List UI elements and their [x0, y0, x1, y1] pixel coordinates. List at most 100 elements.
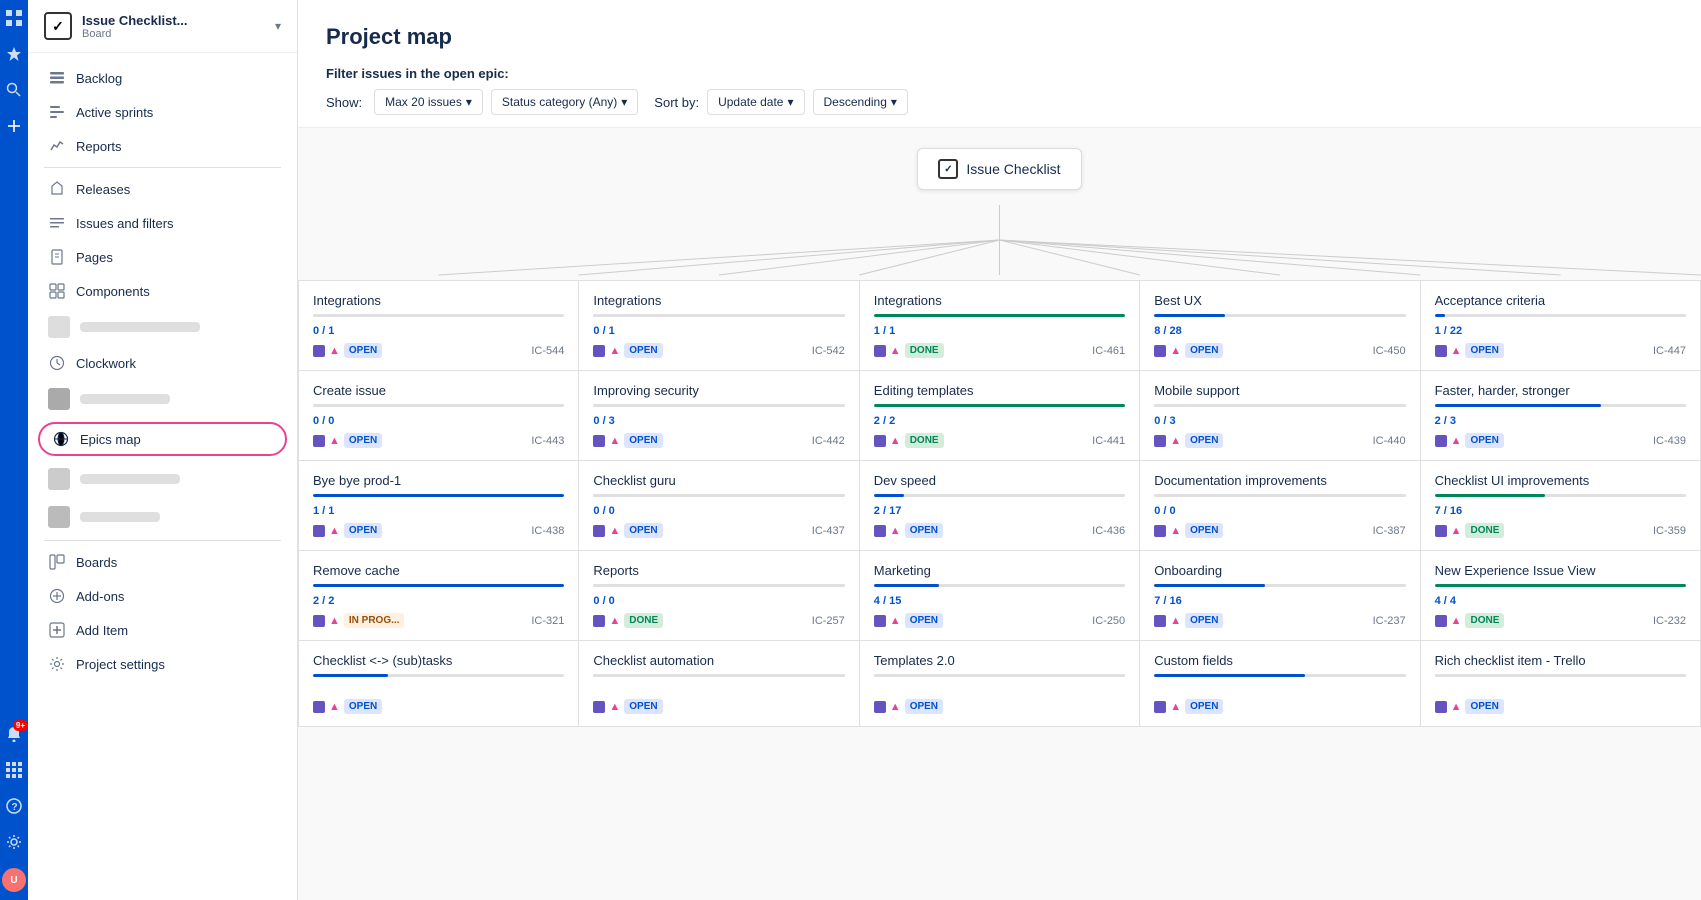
card-progress-fill	[1435, 314, 1445, 317]
up-icon: ▲	[609, 701, 620, 713]
card-footer: ▲ OPEN IC-447	[1435, 343, 1686, 358]
sort-order-select[interactable]: Descending ▾	[813, 89, 908, 115]
epic-card[interactable]: Faster, harder, stronger 2 / 3 ▲ OPEN IC…	[1421, 371, 1701, 461]
epic-card[interactable]: Bye bye prod-1 1 / 1 ▲ OPEN IC-438	[299, 461, 579, 551]
epic-card[interactable]: Reports 0 / 0 ▲ DONE IC-257	[579, 551, 859, 641]
up-icon: ▲	[1451, 701, 1462, 713]
epic-card[interactable]: Checklist automation ▲ OPEN	[579, 641, 859, 727]
epic-card[interactable]: Checklist guru 0 / 0 ▲ OPEN IC-437	[579, 461, 859, 551]
epic-card[interactable]: Integrations 0 / 1 ▲ OPEN IC-542	[579, 281, 859, 371]
epic-card[interactable]: Dev speed 2 / 17 ▲ OPEN IC-436	[860, 461, 1140, 551]
sort-order-chevron-icon: ▾	[891, 95, 897, 109]
card-ratio: 0 / 0	[1154, 505, 1405, 517]
card-footer: ▲ OPEN IC-439	[1435, 433, 1686, 448]
card-title: Acceptance criteria	[1435, 293, 1686, 308]
epic-card[interactable]: Acceptance criteria 1 / 22 ▲ OPEN IC-447	[1421, 281, 1701, 371]
rail-grid-icon[interactable]	[4, 8, 24, 28]
card-progress-bar	[1435, 494, 1686, 497]
epic-card[interactable]: Editing templates 2 / 2 ▲ DONE IC-441	[860, 371, 1140, 461]
sidebar-item-pages[interactable]: Pages	[28, 240, 297, 274]
card-id: IC-441	[1092, 435, 1125, 447]
sidebar-item-issues[interactable]: Issues and filters	[28, 206, 297, 240]
rail-settings-icon[interactable]	[4, 832, 24, 852]
epic-card[interactable]: Remove cache 2 / 2 ▲ IN PROG... IC-321	[299, 551, 579, 641]
rail-star-icon[interactable]	[4, 44, 24, 64]
epic-card[interactable]: Improving security 0 / 3 ▲ OPEN IC-442	[579, 371, 859, 461]
rail-search-icon[interactable]	[4, 80, 24, 100]
priority-icon	[874, 615, 886, 627]
card-id: IC-461	[1092, 345, 1125, 357]
epic-card[interactable]: Templates 2.0 ▲ OPEN	[860, 641, 1140, 727]
sidebar-item-project-settings[interactable]: Project settings	[28, 647, 297, 681]
sidebar-item-active-sprints[interactable]: Active sprints	[28, 95, 297, 129]
user-avatar[interactable]: U	[2, 868, 26, 892]
status-badge: DONE	[905, 343, 944, 358]
status-badge: DONE	[1465, 523, 1504, 538]
card-id: IC-387	[1373, 525, 1406, 537]
card-badges: ▲ IN PROG...	[313, 613, 404, 628]
epic-card[interactable]: New Experience Issue View 4 / 4 ▲ DONE I…	[1421, 551, 1701, 641]
epic-card[interactable]: Marketing 4 / 15 ▲ OPEN IC-250	[860, 551, 1140, 641]
blurred-avatar-2	[48, 388, 70, 410]
rail-apps-icon[interactable]	[4, 760, 24, 780]
rail-notification-icon[interactable]: 9+	[4, 724, 24, 744]
card-progress-fill	[1154, 314, 1224, 317]
card-footer: ▲ OPEN IC-442	[593, 433, 844, 448]
card-ratio: 4 / 15	[874, 595, 1125, 607]
sidebar-item-addons[interactable]: Add-ons	[28, 579, 297, 613]
epic-card[interactable]: Mobile support 0 / 3 ▲ OPEN IC-440	[1140, 371, 1420, 461]
status-category-select[interactable]: Status category (Any) ▾	[491, 89, 638, 115]
epic-card[interactable]: Checklist <-> (sub)tasks ▲ OPEN	[299, 641, 579, 727]
status-badge: DONE	[624, 613, 663, 628]
card-badges: ▲ DONE	[874, 343, 944, 358]
status-badge: OPEN	[624, 523, 662, 538]
filter-row: Filter issues in the open epic:	[326, 66, 1673, 81]
priority-icon	[1154, 701, 1166, 713]
sort-by-select[interactable]: Update date ▾	[707, 89, 804, 115]
project-settings-icon	[48, 655, 66, 673]
card-title: Checklist UI improvements	[1435, 473, 1686, 488]
sidebar-item-reports[interactable]: Reports	[28, 129, 297, 163]
root-node[interactable]: ✓ Issue Checklist	[917, 148, 1081, 190]
rail-help-icon[interactable]: ?	[4, 796, 24, 816]
epic-card[interactable]: Onboarding 7 / 16 ▲ OPEN IC-237	[1140, 551, 1420, 641]
priority-icon	[1435, 615, 1447, 627]
card-title: Editing templates	[874, 383, 1125, 398]
epic-card[interactable]: Integrations 1 / 1 ▲ DONE IC-461	[860, 281, 1140, 371]
sidebar-item-add-item[interactable]: Add Item	[28, 613, 297, 647]
sidebar-item-releases[interactable]: Releases	[28, 172, 297, 206]
sidebar-item-boards[interactable]: Boards	[28, 545, 297, 579]
rail-plus-icon[interactable]	[4, 116, 24, 136]
epic-card[interactable]: Best UX 8 / 28 ▲ OPEN IC-450	[1140, 281, 1420, 371]
sidebar-item-components[interactable]: Components	[28, 274, 297, 308]
up-icon: ▲	[890, 615, 901, 627]
project-chevron-icon: ▾	[275, 19, 281, 33]
epic-card[interactable]: Documentation improvements 0 / 0 ▲ OPEN …	[1140, 461, 1420, 551]
priority-icon	[1435, 435, 1447, 447]
card-progress-bar	[1435, 674, 1686, 677]
card-title: Create issue	[313, 383, 564, 398]
card-title: Integrations	[593, 293, 844, 308]
epic-card[interactable]: Integrations 0 / 1 ▲ OPEN IC-544	[299, 281, 579, 371]
priority-icon	[593, 615, 605, 627]
card-badges: ▲ OPEN	[593, 343, 662, 358]
max-issues-select[interactable]: Max 20 issues ▾	[374, 89, 483, 115]
sidebar-item-clockwork[interactable]: Clockwork	[28, 346, 297, 380]
sidebar-item-backlog[interactable]: Backlog	[28, 61, 297, 95]
epic-card[interactable]: Create issue 0 / 0 ▲ OPEN IC-443	[299, 371, 579, 461]
priority-icon	[874, 525, 886, 537]
priority-icon	[1435, 345, 1447, 357]
epic-card[interactable]: Custom fields ▲ OPEN	[1140, 641, 1420, 727]
sidebar-item-epics-map[interactable]: Epics map	[38, 422, 287, 456]
card-title: Custom fields	[1154, 653, 1405, 668]
card-progress-bar	[1435, 314, 1686, 317]
status-category-value: Status category (Any)	[502, 95, 617, 109]
epic-card[interactable]: Checklist UI improvements 7 / 16 ▲ DONE …	[1421, 461, 1701, 551]
card-badges: ▲ DONE	[1435, 613, 1505, 628]
epic-card[interactable]: Rich checklist item - Trello ▲ OPEN	[1421, 641, 1701, 727]
card-footer: ▲ OPEN IC-542	[593, 343, 844, 358]
status-badge: DONE	[1465, 613, 1504, 628]
card-footer: ▲ OPEN	[313, 699, 564, 714]
project-header[interactable]: ✓ Issue Checklist... Board ▾	[28, 0, 297, 53]
add-item-label: Add Item	[76, 623, 128, 638]
